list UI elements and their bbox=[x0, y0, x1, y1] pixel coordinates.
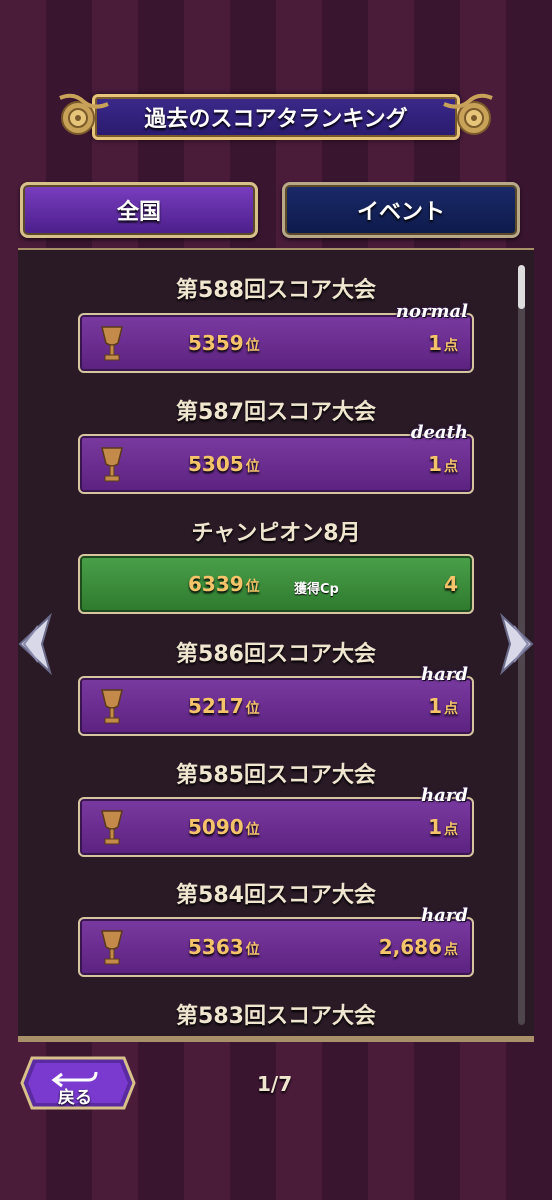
cp-label: 獲得Cp bbox=[294, 582, 339, 597]
ranking-row[interactable]: 5217 位 1点 hard bbox=[78, 664, 474, 736]
difficulty-badge: death bbox=[410, 422, 468, 443]
page-indicator: 1/7 bbox=[257, 1072, 293, 1096]
points-value: 2,686 点 bbox=[378, 935, 458, 959]
trophy-icon bbox=[101, 326, 123, 361]
panel-divider bbox=[18, 1036, 534, 1040]
entry-title: 第586回スコア大会 bbox=[176, 642, 376, 667]
difficulty-badge: hard bbox=[421, 664, 468, 685]
tab-event[interactable]: イベント bbox=[282, 182, 520, 238]
points-value: 1点 bbox=[428, 815, 458, 839]
difficulty-badge: normal bbox=[395, 301, 468, 322]
scrollbar-thumb[interactable] bbox=[518, 265, 525, 309]
cp-value: 4 bbox=[444, 572, 458, 596]
trophy-icon bbox=[101, 930, 123, 965]
page-title: 過去のスコアタランキング bbox=[144, 107, 408, 132]
rank-value: 5217 位 bbox=[188, 694, 260, 718]
trophy-icon bbox=[101, 447, 123, 482]
entry-title: 第588回スコア大会 bbox=[176, 278, 376, 303]
points-value: 1点 bbox=[428, 452, 458, 476]
rank-value: 5305 位 bbox=[188, 452, 260, 476]
ranking-row[interactable]: 5359 位 1点 normal bbox=[78, 301, 474, 373]
rank-value: 5090 位 bbox=[188, 815, 260, 839]
entry-title: チャンピオン8月 bbox=[191, 521, 361, 546]
tab-national[interactable]: 全国 bbox=[20, 182, 258, 238]
title-banner: 過去のスコアタランキング bbox=[52, 86, 500, 148]
ranking-row[interactable]: 5305 位 1点 death bbox=[78, 422, 474, 494]
back-button-label[interactable]: 戻る bbox=[58, 1083, 92, 1108]
rose-ornament-icon bbox=[436, 86, 500, 148]
rank-value: 5363 位 bbox=[188, 935, 260, 959]
left-arrow-icon[interactable] bbox=[14, 612, 54, 676]
ranking-row[interactable]: 5090 位 1点 hard bbox=[78, 785, 474, 857]
difficulty-badge: hard bbox=[421, 785, 468, 806]
points-value: 1点 bbox=[428, 331, 458, 355]
trophy-icon bbox=[101, 689, 123, 724]
trophy-icon bbox=[101, 810, 123, 845]
entry-title: 第585回スコア大会 bbox=[176, 763, 376, 788]
rose-ornament-icon bbox=[52, 86, 116, 148]
champion-row[interactable]: 6339 位 獲得Cp 4 bbox=[78, 554, 474, 614]
difficulty-badge: hard bbox=[421, 905, 468, 926]
rank-value: 6339 位 bbox=[188, 572, 260, 596]
ranking-row[interactable]: 5363 位 2,686 点 hard bbox=[78, 905, 474, 977]
right-arrow-icon[interactable] bbox=[498, 612, 538, 676]
rank-value: 5359 位 bbox=[188, 331, 260, 355]
entry-title: 第583回スコア大会 bbox=[176, 1004, 376, 1029]
points-value: 1点 bbox=[428, 694, 458, 718]
entry-title: 第584回スコア大会 bbox=[176, 883, 376, 908]
